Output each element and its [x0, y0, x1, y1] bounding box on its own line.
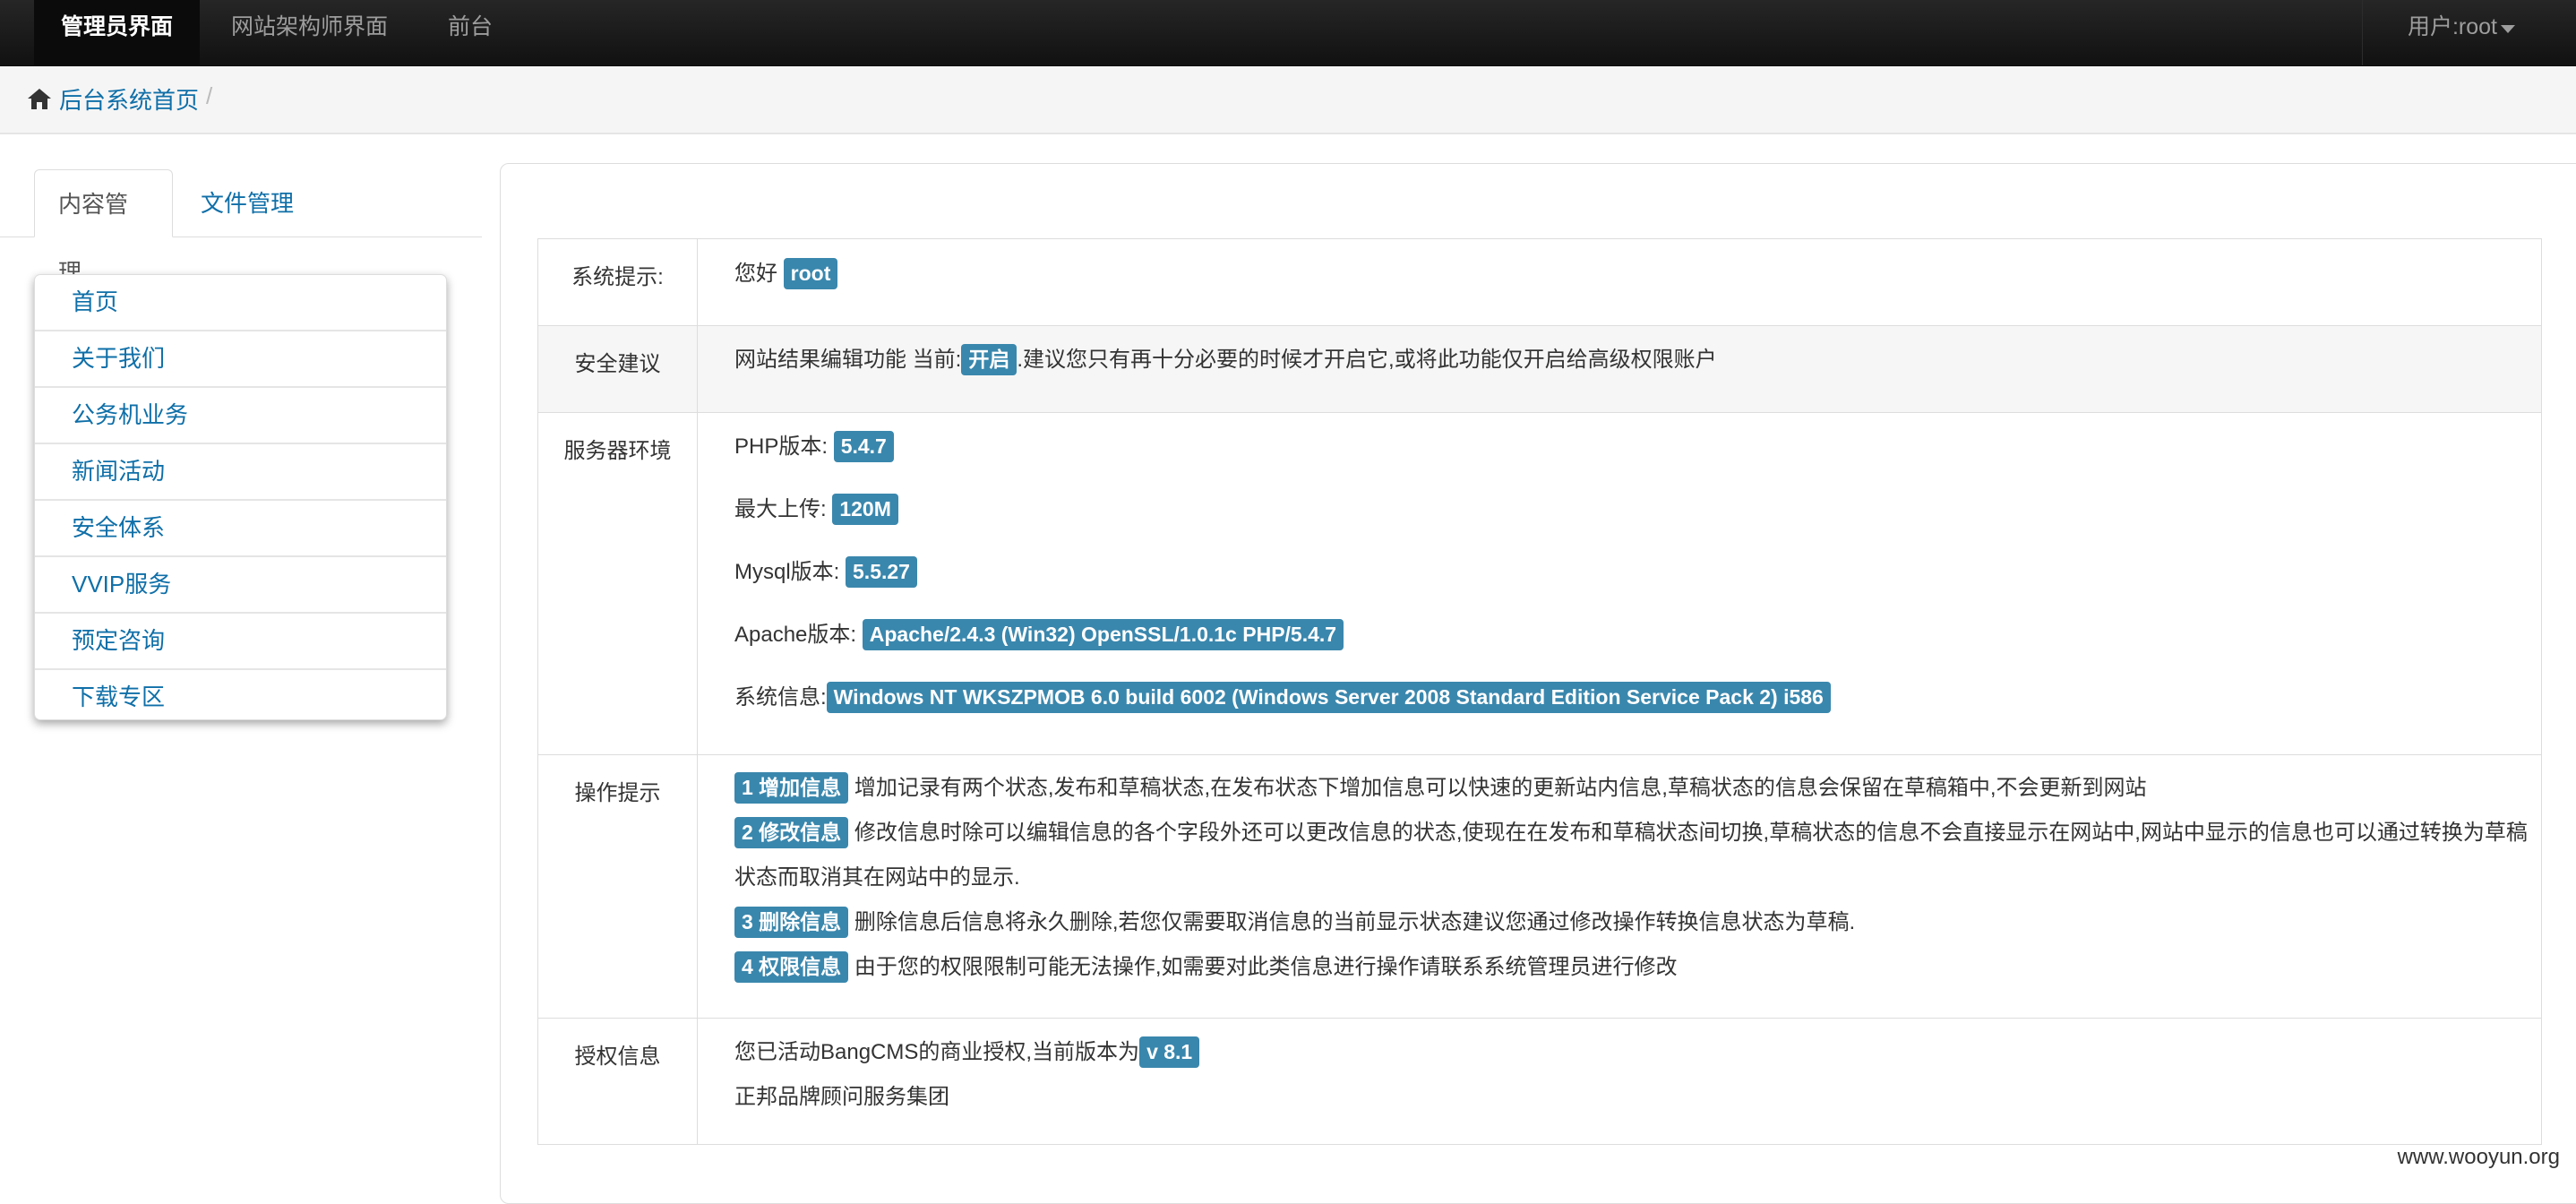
user-label: 用户:root	[2407, 14, 2497, 39]
breadcrumb	[0, 66, 2576, 134]
op-text: 修改信息时除可以编辑信息的各个字段外还可以更改信息的状态,使现在在发布和草稿状态…	[854, 821, 2528, 845]
user-badge: root	[783, 258, 838, 289]
row-server: 服务器环境 PHP版本: 5.4.7 最大上传: 120M Mysql版本: 5…	[538, 413, 2541, 755]
tab-file-management[interactable]: 文件管理	[177, 169, 317, 237]
op-text: 删除信息后信息将永久删除,若您仅需要取消信息的当前显示状态建议您通过修改操作转换…	[854, 910, 1856, 934]
nav-admin[interactable]: 管理员界面	[34, 0, 201, 65]
op-text: 由于您的权限限制可能无法操作,如需要对此类信息进行操作请联系系统管理员进行修改	[854, 955, 1678, 979]
apache-version-badge: Apache/2.4.3 (Win32) OpenSSL/1.0.1c PHP/…	[862, 619, 1344, 650]
sidebar-item-home[interactable]: 首页	[35, 275, 446, 331]
sidebar-item-vvip[interactable]: VVIP服务	[35, 557, 446, 614]
upload-size-badge: 120M	[832, 494, 898, 525]
sidebar-item-downloads[interactable]: 下载专区	[35, 670, 446, 725]
php-version-badge: 5.4.7	[833, 431, 894, 462]
row-license: 授权信息 您已活动BangCMS的商业授权,当前版本为 v 8.1 正邦品牌顾问服…	[538, 1019, 2541, 1144]
op-badge: 4 权限信息	[734, 951, 849, 983]
row-label: 安全建议	[538, 326, 698, 412]
sys-info-label: 系统信息:	[734, 685, 827, 710]
row-system-tip: 系统提示: 您好 root	[538, 239, 2541, 326]
watermark: www.wooyun.org	[2397, 1145, 2560, 1169]
breadcrumb-home-link[interactable]: 后台系统首页	[59, 82, 199, 116]
upload-label: 最大上传:	[734, 497, 827, 521]
sidebar-item-news[interactable]: 新闻活动	[35, 444, 446, 501]
op-text: 增加记录有两个状态,发布和草稿状态,在发布状态下增加信息可以快速的更新站内信息,…	[854, 776, 2147, 800]
version-badge: v 8.1	[1139, 1036, 1200, 1068]
user-menu[interactable]: 用户:root	[2361, 0, 2576, 65]
system-info-table: 系统提示: 您好 root 安全建议 网站结果编辑功能 当前: 开启 .建议您只有再…	[537, 238, 2542, 1145]
company-name: 正邦品牌顾问服务集团	[734, 1085, 949, 1109]
security-text: 网站结果编辑功能 当前:	[734, 348, 962, 372]
op-text-continued: 状态而取消其在网站中的显示.	[734, 865, 1020, 890]
chevron-down-icon	[2501, 25, 2515, 33]
breadcrumb-separator: /	[206, 82, 213, 109]
op-badge: 2 修改信息	[734, 817, 849, 848]
security-advice: .建议您只有再十分必要的时候才开启它,或将此功能仅开启给高级权限账户	[1017, 348, 1717, 372]
row-label: 系统提示:	[538, 239, 698, 325]
mysql-version-badge: 5.5.27	[846, 556, 917, 588]
row-security: 安全建议 网站结果编辑功能 当前: 开启 .建议您只有再十分必要的时候才开启它,或将…	[538, 326, 2541, 413]
php-label: PHP版本:	[734, 434, 829, 459]
nav-frontend[interactable]: 前台	[421, 0, 519, 65]
op-badge: 3 删除信息	[734, 907, 849, 938]
nav-architect[interactable]: 网站架构师界面	[204, 0, 415, 65]
top-navbar: 管理员界面 网站架构师界面 前台 用户:root	[0, 0, 2576, 66]
row-ops: 操作提示 1 增加信息 增加记录有两个状态,发布和草稿状态,在发布状态下增加信息…	[538, 755, 2541, 1019]
home-icon	[28, 89, 51, 109]
sys-info-badge: Windows NT WKSZPMOB 6.0 build 6002 (Wind…	[826, 682, 1831, 713]
sidebar-item-about[interactable]: 关于我们	[35, 331, 446, 388]
apache-label: Apache版本:	[734, 623, 857, 647]
op-badge: 1 增加信息	[734, 772, 849, 804]
status-badge: 开启	[961, 344, 1018, 375]
greeting-text: 您好	[734, 262, 777, 286]
mysql-label: Mysql版本:	[734, 560, 840, 584]
sidebar-menu: 首页 关于我们 公务机业务 新闻活动 安全体系 VVIP服务 预定咨询 下载专区	[34, 274, 447, 720]
sidebar-item-business-jet[interactable]: 公务机业务	[35, 388, 446, 444]
sidebar-item-security[interactable]: 安全体系	[35, 501, 446, 557]
row-label: 服务器环境	[538, 413, 698, 754]
tab-content-management[interactable]: 内容管理	[34, 169, 173, 286]
sidebar-item-booking[interactable]: 预定咨询	[35, 614, 446, 670]
license-text: 您已活动BangCMS的商业授权,当前版本为	[734, 1040, 1140, 1064]
row-label: 授权信息	[538, 1019, 698, 1144]
row-label: 操作提示	[538, 755, 698, 1018]
